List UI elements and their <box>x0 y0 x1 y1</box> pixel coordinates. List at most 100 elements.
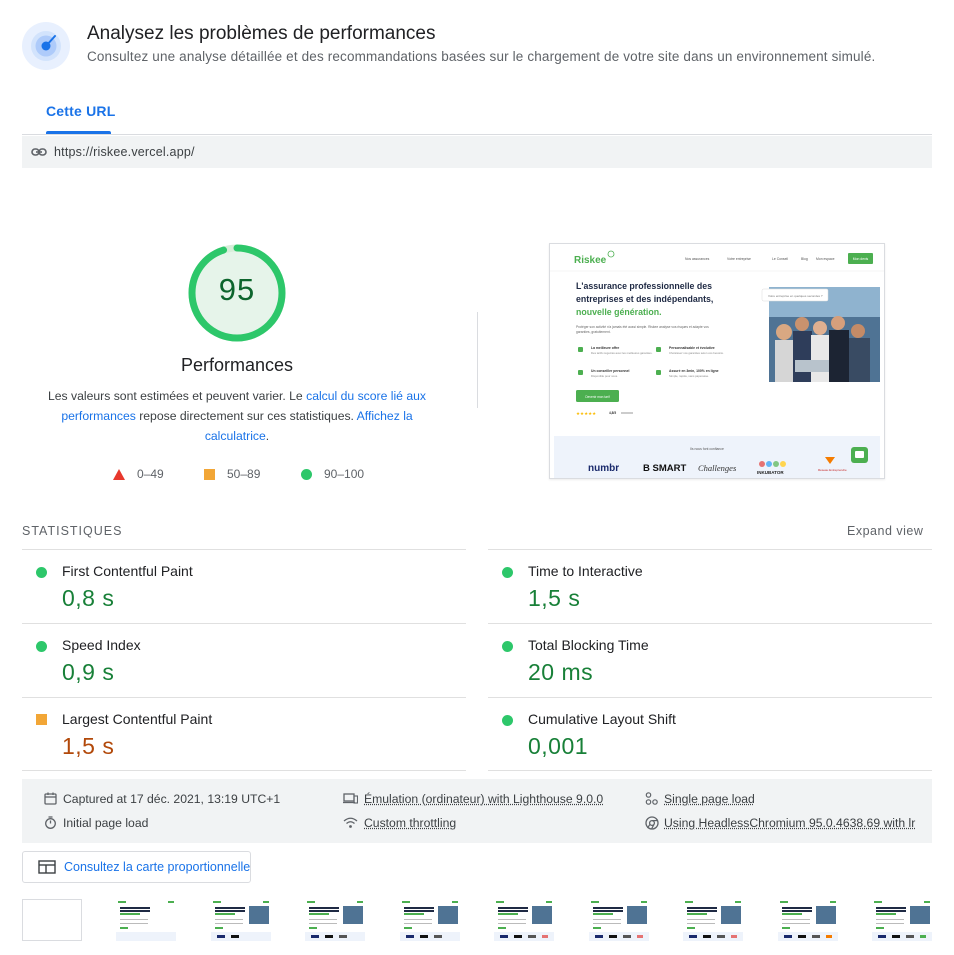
pass-circle-icon <box>36 567 47 578</box>
legend-range: 0–49 <box>137 467 164 481</box>
metric-name: Speed Index <box>62 637 141 653</box>
photo-search-hint: Votre entreprise en quelques secondes ? <box>768 294 823 298</box>
metric-value: 1,5 s <box>528 585 581 611</box>
feature-icon <box>578 347 583 352</box>
legend-pass: 90–100 <box>301 466 364 482</box>
pass-circle-icon <box>502 641 513 652</box>
filmstrip-frame <box>211 899 271 941</box>
metric-value: 20 ms <box>528 659 594 685</box>
legend-average: 50–89 <box>204 466 260 482</box>
filmstrip-frame <box>116 899 176 941</box>
fail-triangle-icon <box>113 469 125 481</box>
captured-text: Captured at 17 déc. 2021, 13:19 UTC+1 <box>63 792 281 806</box>
site-headline: L'assurance professionnelle des <box>576 281 712 291</box>
browser-text: Using HeadlessChromium 95.0.4638.69 with… <box>664 816 916 830</box>
feature-sub: Disponible pour vous. <box>591 374 618 378</box>
feature-sub: Simple, rapide, sans paperasse. <box>669 374 709 378</box>
desktop-laptop-icon <box>343 793 358 804</box>
tab-this-url[interactable]: Cette URL <box>46 103 115 119</box>
metric-largest-contentful-paint: Largest Contentful Paint 1,5 s <box>22 697 466 771</box>
feature-icon <box>656 370 661 375</box>
pass-circle-icon <box>502 715 513 726</box>
metric-value: 0,001 <box>528 733 589 759</box>
partner-logo: Challenges <box>698 463 737 473</box>
page-title: Analysez les problèmes de performances <box>87 23 436 44</box>
emulation-text: Émulation (ordinateur) with Lighthouse 9… <box>364 792 604 806</box>
site-nav-button-label: Mon devis <box>853 257 869 261</box>
metric-total-blocking-time: Total Blocking Time 20 ms <box>488 623 932 697</box>
filmstrip-frame <box>778 899 838 941</box>
average-square-icon <box>36 714 47 725</box>
feature-icon <box>578 370 583 375</box>
metric-value: 0,9 s <box>62 659 115 685</box>
trust-title: Ils nous font confiance <box>690 447 724 451</box>
site-nav-item: Votre entreprise <box>727 257 751 261</box>
metric-name: Total Blocking Time <box>528 637 649 653</box>
partner-logo: INKUBATOR <box>757 470 784 475</box>
feature-title: Un conseiller personnel <box>591 369 629 373</box>
site-nav-item: Nos assurances <box>685 257 710 261</box>
calendar-icon <box>44 792 57 805</box>
metrics-divider <box>488 770 932 771</box>
view-treemap-button[interactable]: Consultez la carte proportionnelle <box>22 851 251 883</box>
page-subtitle: Consultez une analyse détaillée et des r… <box>87 49 876 64</box>
metric-name: First Contentful Paint <box>62 563 193 579</box>
desc-text: repose directement sur ces statistiques. <box>135 409 357 423</box>
site-headline-accent: nouvelle génération. <box>576 307 662 317</box>
desc-text: . <box>265 429 270 443</box>
site-intro: Protéger son activité n'a jamais été aus… <box>576 325 709 329</box>
stats-title: STATISTIQUES <box>22 524 123 538</box>
link-icon <box>31 148 47 156</box>
gauge-label: Performances <box>180 355 294 375</box>
metrics-divider <box>22 770 466 771</box>
site-logo: Riskee <box>574 255 607 266</box>
initial-text: Initial page load <box>63 816 149 830</box>
pass-circle-icon <box>301 469 312 481</box>
rating-stars: ★★★★★ <box>576 411 596 417</box>
rating-score: 4,8/5 <box>609 411 616 415</box>
performance-score: 95 <box>218 272 256 307</box>
treemap-label: Consultez la carte proportionnelle <box>64 860 251 874</box>
feature-sub: Des tarifs négociés avec les meilleures … <box>591 351 653 355</box>
analyzed-url: https://riskee.vercel.app/ <box>54 145 195 159</box>
partner-logo: Réseau Entreprendre <box>818 468 847 472</box>
expand-view-toggle[interactable]: Expand view <box>847 524 923 538</box>
metric-first-contentful-paint: First Contentful Paint 0,8 s <box>22 549 466 623</box>
feature-sub: Choisissez vos garanties selon vos besoi… <box>669 351 724 355</box>
metric-name: Time to Interactive <box>528 563 643 579</box>
throttling-text: Custom throttling <box>364 816 457 830</box>
legend-fail: 0–49 <box>113 466 164 482</box>
single-text: Single page load <box>664 792 755 806</box>
final-screenshot[interactable]: Riskee Nos assurances Votre entreprise L… <box>549 243 885 479</box>
site-nav-item: Blog <box>801 257 808 261</box>
tab-divider <box>22 134 932 135</box>
rating-caption-bar <box>621 412 633 414</box>
metric-name: Largest Contentful Paint <box>62 711 213 727</box>
runtime-settings: Captured at 17 déc. 2021, 13:19 UTC+1 In… <box>22 779 932 843</box>
feature-title: Personnalisable et évolutive <box>669 346 715 350</box>
filmstrip-frame <box>494 899 554 941</box>
metric-time-to-interactive: Time to Interactive 1,5 s <box>488 549 932 623</box>
pass-circle-icon <box>502 567 513 578</box>
site-cta-label: Devenir mon tarif <box>585 395 609 399</box>
nodes-icon <box>645 792 658 805</box>
filmstrip-frame <box>305 899 365 941</box>
filmstrip-frame <box>400 899 460 941</box>
metric-value: 1,5 s <box>62 733 115 759</box>
metric-speed-index: Speed Index 0,9 s <box>22 623 466 697</box>
legend-range: 50–89 <box>227 467 261 481</box>
site-nav-item: Le Conseil <box>772 257 788 261</box>
site-headline: entreprises et des indépendants, <box>576 294 713 304</box>
filmstrip-frame <box>683 899 743 941</box>
chrome-icon <box>645 816 659 830</box>
average-square-icon <box>204 469 215 481</box>
url-bar: https://riskee.vercel.app/ <box>22 136 932 168</box>
treemap-icon <box>38 860 56 874</box>
performance-insights-icon <box>22 22 70 70</box>
wifi-icon <box>343 817 358 828</box>
metric-cumulative-layout-shift: Cumulative Layout Shift 0,001 <box>488 697 932 771</box>
partner-logo: numbr <box>588 463 619 474</box>
partner-logo: B SMART <box>643 463 686 474</box>
feature-icon <box>656 347 661 352</box>
score-description: Les valeurs sont estimées et peuvent var… <box>42 386 432 446</box>
